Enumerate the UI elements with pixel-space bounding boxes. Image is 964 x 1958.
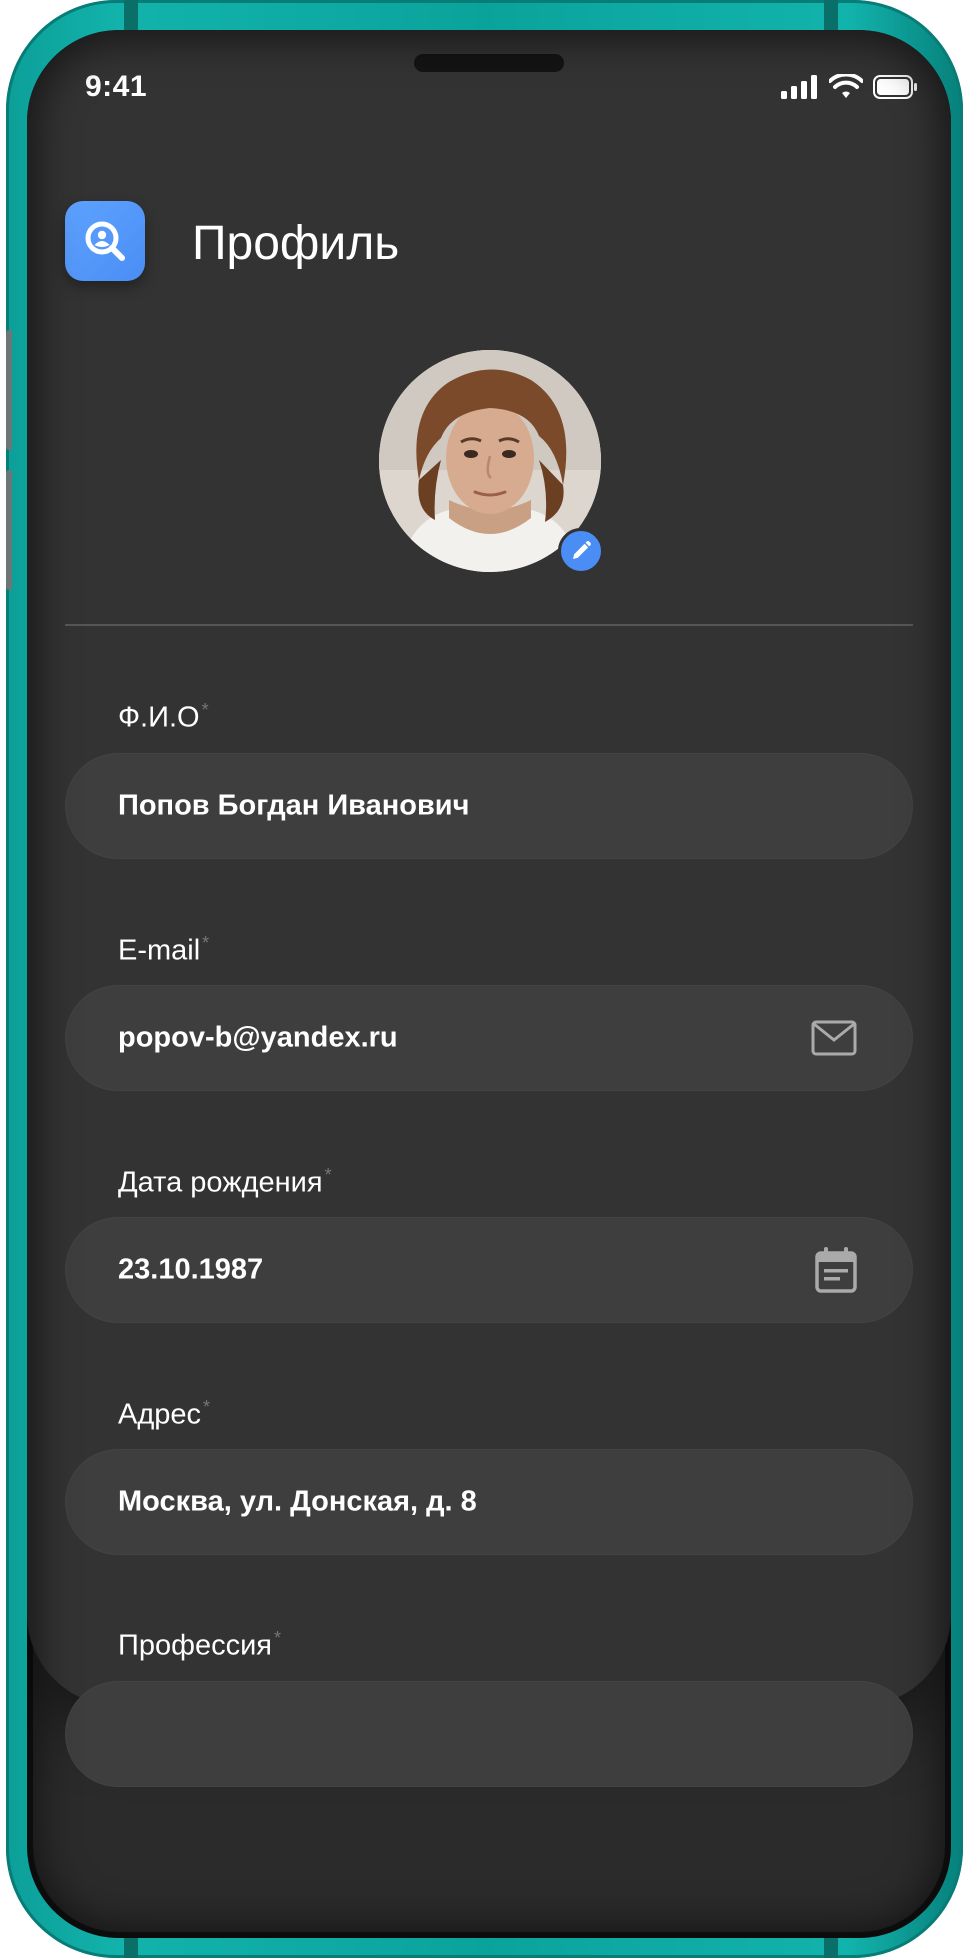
calendar-icon[interactable] <box>815 1247 857 1293</box>
phone-frame: 9:41 Профиль Ф.И.О * Попов Богдан Иванов… <box>6 0 963 1958</box>
full-name-field[interactable]: Попов Богдан Иванович <box>65 753 913 859</box>
label-profession: Профессия * <box>118 1628 282 1662</box>
label-email: E-mail * <box>118 933 210 967</box>
email-field[interactable]: popov-b@yandex.ru <box>65 985 913 1091</box>
edit-avatar-button[interactable] <box>558 528 604 574</box>
screen: 9:41 Профиль Ф.И.О * Попов Богдан Иванов… <box>27 30 951 1938</box>
profile-card: 9:41 Профиль Ф.И.О * Попов Богдан Иванов… <box>27 30 951 1787</box>
profession-field[interactable] <box>65 1681 913 1787</box>
email-value: popov-b@yandex.ru <box>118 1021 398 1054</box>
full-name-value: Попов Богдан Иванович <box>118 789 470 822</box>
status-icons <box>781 74 917 100</box>
notch <box>414 54 564 72</box>
antenna-band <box>824 0 838 30</box>
volume-up-button <box>6 330 12 450</box>
app-logo[interactable] <box>65 201 145 281</box>
label-full-name: Ф.И.О * <box>118 700 209 734</box>
battery-icon <box>873 75 917 99</box>
pencil-icon <box>573 541 591 559</box>
wifi-icon <box>829 74 863 98</box>
label-address: Адрес * <box>118 1397 211 1431</box>
birth-date-value: 23.10.1987 <box>118 1253 264 1286</box>
address-field[interactable]: Москва, ул. Донская, д. 8 <box>65 1449 913 1555</box>
divider <box>65 624 913 626</box>
birth-date-field[interactable]: 23.10.1987 <box>65 1217 913 1323</box>
volume-down-button <box>6 470 12 590</box>
mail-icon <box>811 1020 857 1056</box>
page-title: Профиль <box>192 217 400 270</box>
label-birth-date: Дата рождения * <box>118 1165 332 1199</box>
address-value: Москва, ул. Донская, д. 8 <box>118 1485 477 1518</box>
profile-search-icon <box>85 221 125 261</box>
signal-icon <box>781 75 817 99</box>
status-time: 9:41 <box>85 70 148 103</box>
antenna-band <box>124 0 138 30</box>
